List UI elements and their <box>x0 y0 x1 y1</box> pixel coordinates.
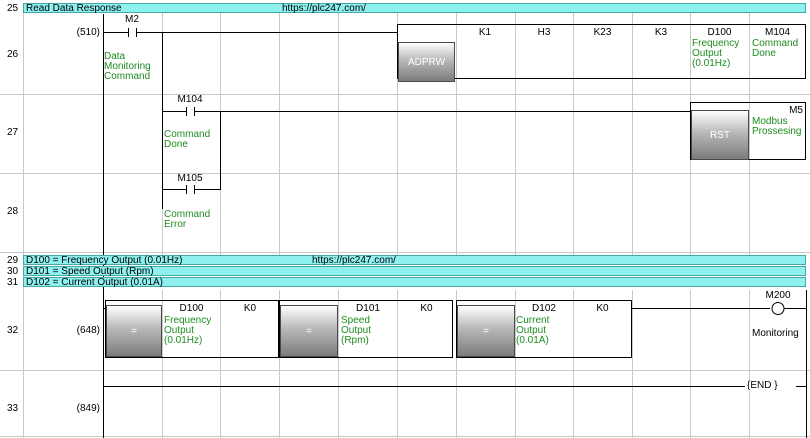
end-instruction[interactable]: {END } <box>746 381 779 391</box>
compare-3-comment: Current Output (0.01A) <box>516 315 550 346</box>
comment-bar-rung-29[interactable]: D100 = Frequency Output (0.01Hz) https:/… <box>23 255 806 266</box>
operand-h3[interactable]: H3 <box>515 28 573 38</box>
step-number-29: 29 <box>7 255 19 266</box>
operand-m104[interactable]: M104 <box>749 28 806 38</box>
operand-k23[interactable]: K23 <box>573 28 632 38</box>
step-number-33: 33 <box>7 403 19 414</box>
rung-29-url: https://plc247.com/ <box>312 255 396 266</box>
compare-2-constant[interactable]: K0 <box>397 304 456 314</box>
rst-label: RST <box>710 129 730 141</box>
compare-3-constant[interactable]: K0 <box>573 304 632 314</box>
step-number-32: 32 <box>7 325 19 336</box>
compare-3-op-label: = <box>483 325 489 337</box>
rst-target-m5-comment: Modbus Prossesing <box>752 116 802 137</box>
rst-target-m5[interactable]: M5 <box>750 106 803 116</box>
compare-2-op-label: = <box>306 325 312 337</box>
operand-k1[interactable]: K1 <box>456 28 514 38</box>
rung-25-url: https://plc247.com/ <box>282 3 366 14</box>
coil-m200-comment: Monitoring <box>752 328 799 339</box>
step-number-26: 26 <box>7 49 19 60</box>
comment-bar-rung-30[interactable]: D101 = Speed Output (Rpm) <box>23 266 806 277</box>
adprw-label: ADPRW <box>407 56 446 68</box>
operand-d100[interactable]: D100 <box>690 28 749 38</box>
operand-d100-comment: Frequency Output (0.01Hz) <box>692 38 740 69</box>
comment-bar-rung-25[interactable]: Read Data Response https://plc247.com/ <box>23 3 806 14</box>
compare-3-device[interactable]: D102 <box>515 304 573 314</box>
compare-1-device[interactable]: D100 <box>163 304 220 314</box>
coil-m200-device[interactable]: M200 <box>758 291 798 301</box>
contact-m105-device[interactable]: M105 <box>170 174 210 184</box>
step-number-27: 27 <box>7 127 19 138</box>
contact-m105-comment: Command Error <box>164 209 211 230</box>
compare-3-operator[interactable]: = <box>457 305 515 357</box>
step-address-648: (648) <box>76 325 100 336</box>
contact-m2-device[interactable]: M2 <box>112 15 152 25</box>
compare-1-comment: Frequency Output (0.01Hz) <box>164 315 212 346</box>
step-address-510: (510) <box>76 27 100 38</box>
compare-2-device[interactable]: D101 <box>339 304 397 314</box>
adprw-instruction[interactable]: ADPRW <box>398 42 455 82</box>
step-number-31: 31 <box>7 277 19 288</box>
rung-25-comment: Read Data Response <box>26 3 122 14</box>
step-number-28: 28 <box>7 206 19 217</box>
step-address-849: (849) <box>76 403 100 414</box>
step-number-30: 30 <box>7 266 19 277</box>
rung-31-comment: D102 = Current Output (0.01A) <box>26 277 164 288</box>
compare-1-constant[interactable]: K0 <box>221 304 279 314</box>
compare-2-operator[interactable]: = <box>280 305 338 357</box>
compare-2-comment: Speed Output (Rpm) <box>341 315 372 346</box>
compare-1-op-label: = <box>131 325 137 337</box>
rung-29-comment: D100 = Frequency Output (0.01Hz) <box>26 255 183 266</box>
contact-m2-comment: Data Monitoring Command <box>104 51 151 82</box>
compare-1-operator[interactable]: = <box>106 305 162 357</box>
contact-m104-device[interactable]: M104 <box>170 95 210 105</box>
step-number-25: 25 <box>7 3 19 14</box>
operand-k3[interactable]: K3 <box>632 28 690 38</box>
rst-instruction[interactable]: RST <box>691 110 749 160</box>
comment-bar-rung-31[interactable]: D102 = Current Output (0.01A) <box>23 277 806 288</box>
operand-m104-comment: Command Done <box>752 38 799 59</box>
rung-30-comment: D101 = Speed Output (Rpm) <box>26 266 154 277</box>
contact-m104-comment: Command Done <box>164 129 211 150</box>
